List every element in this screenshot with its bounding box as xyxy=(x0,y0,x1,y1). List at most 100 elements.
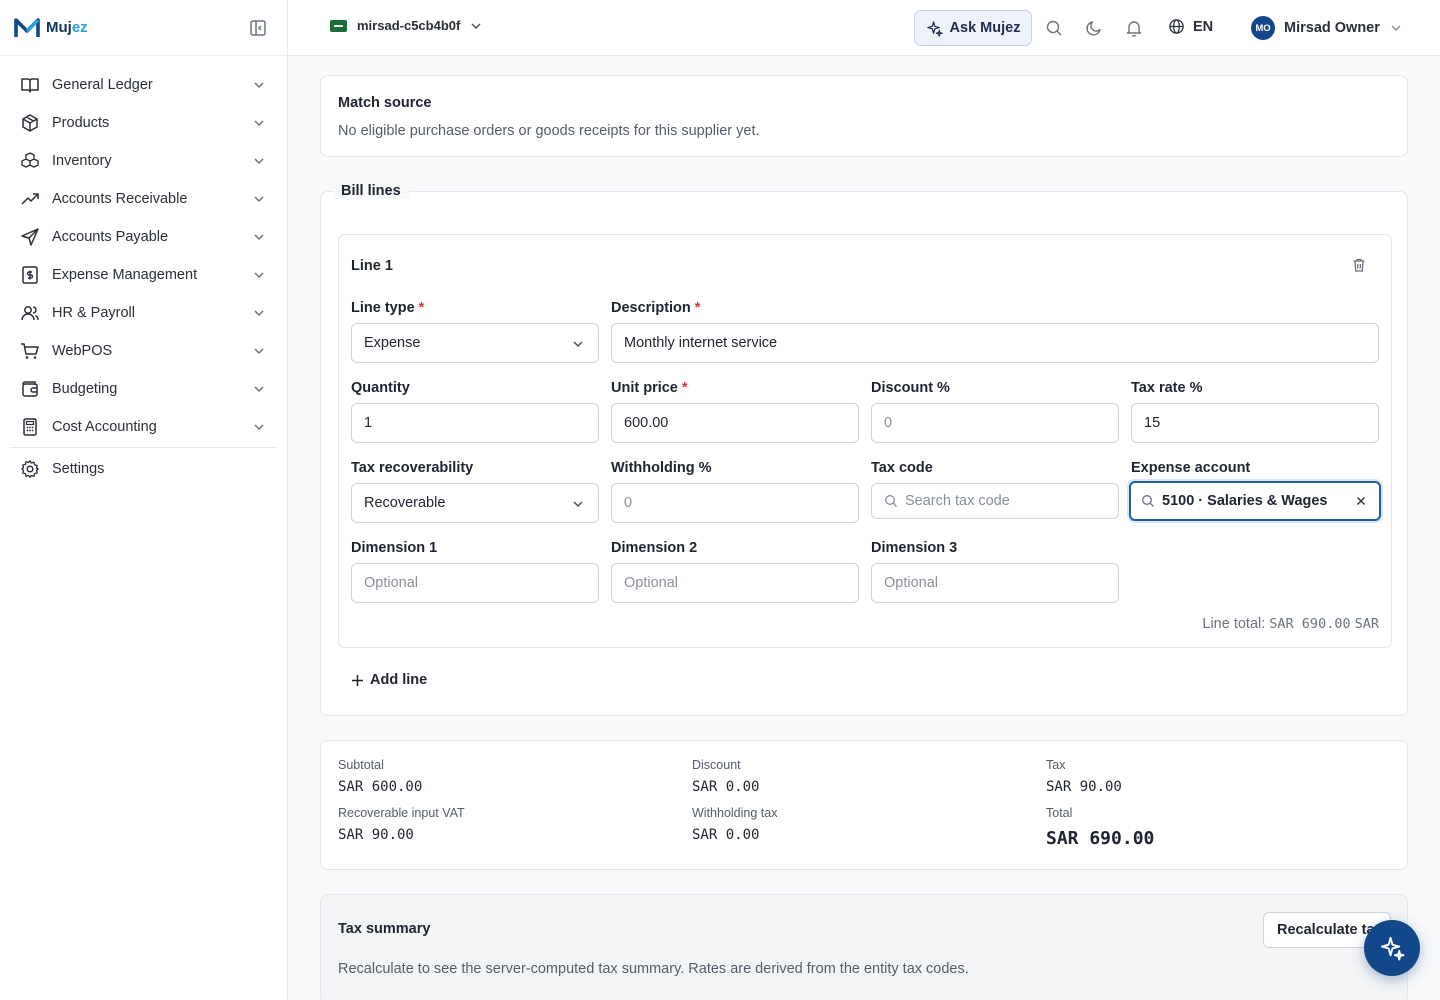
search-icon xyxy=(1142,495,1154,507)
sidebar-item-label: Accounts Receivable xyxy=(52,191,188,207)
saudi-flag-icon xyxy=(330,19,347,32)
organization-switcher[interactable]: mirsad-c5cb4b0f xyxy=(330,18,482,33)
recoverable-vat-label: Recoverable input VAT xyxy=(338,806,465,820)
ask-mujez-fab[interactable] xyxy=(1364,920,1420,976)
match-source-message: No eligible purchase orders or goods rec… xyxy=(338,123,760,139)
chevron-down-icon xyxy=(254,234,264,241)
withholding-label: Withholding % xyxy=(611,460,712,476)
quantity-label: Quantity xyxy=(351,380,410,396)
brand-name: Mujez xyxy=(46,19,88,36)
language-label: EN xyxy=(1193,18,1214,35)
moon-icon[interactable] xyxy=(1085,19,1103,37)
chevron-down-icon xyxy=(254,196,264,203)
sidebar: Mujez General Ledger Products Inventory … xyxy=(0,0,288,1000)
tax-rate-label: Tax rate % xyxy=(1131,380,1203,396)
sidebar-item-label: Settings xyxy=(52,461,105,477)
description-input[interactable]: Monthly internet service xyxy=(611,323,1379,363)
sidebar-item-webpos[interactable]: WebPOS xyxy=(0,332,287,370)
discount-total-value: SAR 0.00 xyxy=(692,779,760,795)
tax-code-label: Tax code xyxy=(871,460,933,476)
calculator-icon xyxy=(20,417,40,437)
chevron-down-icon xyxy=(471,22,481,29)
sidebar-item-label: Products xyxy=(52,115,110,131)
expense-account-label: Expense account xyxy=(1131,460,1251,476)
sidebar-item-cost-accounting[interactable]: Cost Accounting xyxy=(0,408,287,446)
mujez-logo-icon xyxy=(14,17,40,37)
sidebar-item-accounts-payable[interactable]: Accounts Payable xyxy=(0,218,287,256)
dimension-1-input[interactable]: Optional xyxy=(351,563,599,603)
bill-lines-legend: Bill lines xyxy=(333,183,409,199)
tax-summary-title: Tax summary xyxy=(338,921,431,937)
language-switcher[interactable]: EN xyxy=(1168,18,1213,35)
tax-rate-input[interactable]: 15 xyxy=(1131,403,1379,443)
tax-code-search[interactable]: Search tax code xyxy=(871,483,1119,519)
chevron-down-icon xyxy=(573,501,583,508)
close-icon[interactable] xyxy=(1355,495,1367,507)
quantity-input[interactable]: 1 xyxy=(351,403,599,443)
sidebar-item-accounts-receivable[interactable]: Accounts Receivable xyxy=(0,180,287,218)
shopping-cart-icon xyxy=(20,341,40,361)
sidebar-item-label: HR & Payroll xyxy=(52,305,135,321)
chevron-down-icon xyxy=(254,348,264,355)
tax-summary-card: Tax summary Recalculate tax Recalculate … xyxy=(320,894,1408,1000)
expense-account-combobox[interactable]: 5100 · Salaries & Wages xyxy=(1129,481,1381,521)
search-icon xyxy=(885,495,897,507)
recoverable-vat-value: SAR 90.00 xyxy=(338,827,414,843)
grand-total-value: SAR 690.00 xyxy=(1046,828,1155,849)
users-icon xyxy=(20,303,40,323)
ask-mujez-button[interactable]: Ask Mujez xyxy=(914,10,1032,46)
sidebar-item-label: Inventory xyxy=(52,153,112,169)
grand-total-label: Total xyxy=(1046,806,1073,820)
chevron-down-icon xyxy=(573,341,583,348)
receipt-dollar-icon xyxy=(20,265,40,285)
dimension-2-input[interactable]: Optional xyxy=(611,563,859,603)
chevron-down-icon xyxy=(254,386,264,393)
sidebar-item-budgeting[interactable]: Budgeting xyxy=(0,370,287,408)
sparkles-icon xyxy=(1380,936,1405,961)
bell-icon[interactable] xyxy=(1125,19,1143,37)
line-type-select[interactable]: Expense xyxy=(351,323,599,363)
user-menu[interactable]: MO Mirsad Owner xyxy=(1251,16,1402,40)
dimension-1-label: Dimension 1 xyxy=(351,540,438,556)
discount-input[interactable]: 0 xyxy=(871,403,1119,443)
add-line-button[interactable]: Add line xyxy=(351,672,427,688)
organization-name: mirsad-c5cb4b0f xyxy=(357,18,461,33)
withholding-tax-value: SAR 0.00 xyxy=(692,827,760,843)
withholding-input[interactable]: 0 xyxy=(611,483,859,523)
dimension-2-label: Dimension 2 xyxy=(611,540,698,556)
sidebar-item-hr-payroll[interactable]: HR & Payroll xyxy=(0,294,287,332)
sidebar-item-label: General Ledger xyxy=(52,77,153,93)
trending-up-icon xyxy=(20,189,40,209)
search-icon[interactable] xyxy=(1045,19,1063,37)
description-label: Description * xyxy=(611,300,701,316)
discount-total-label: Discount xyxy=(692,758,741,772)
gear-icon xyxy=(20,459,40,479)
sidebar-item-general-ledger[interactable]: General Ledger xyxy=(0,66,287,104)
match-source-title: Match source xyxy=(338,95,432,111)
line-total: Line total: SAR 690.00 SAR xyxy=(1202,616,1379,632)
chevron-down-icon xyxy=(254,424,264,431)
sidebar-item-label: Budgeting xyxy=(52,381,118,397)
trash-icon[interactable] xyxy=(1351,257,1367,273)
sidebar-item-products[interactable]: Products xyxy=(0,104,287,142)
unit-price-input[interactable]: 600.00 xyxy=(611,403,859,443)
sidebar-item-label: Accounts Payable xyxy=(52,229,169,245)
sidebar-item-inventory[interactable]: Inventory xyxy=(0,142,287,180)
sidebar-item-settings[interactable]: Settings xyxy=(0,450,287,488)
sidebar-item-label: WebPOS xyxy=(52,343,113,359)
line-title: Line 1 xyxy=(351,258,393,274)
subtotal-label: Subtotal xyxy=(338,758,384,772)
sidebar-item-label: Expense Management xyxy=(52,267,198,283)
sidebar-collapse-icon[interactable] xyxy=(249,19,267,37)
tax-recoverability-select[interactable]: Recoverable xyxy=(351,483,599,523)
chevron-down-icon xyxy=(254,158,264,165)
ask-mujez-label: Ask Mujez xyxy=(949,20,1021,36)
chevron-down-icon xyxy=(254,120,264,127)
dimension-3-input[interactable]: Optional xyxy=(871,563,1119,603)
tax-recoverability-label: Tax recoverability xyxy=(351,460,474,476)
chevron-down-icon xyxy=(1391,25,1401,32)
book-open-icon xyxy=(20,75,40,95)
withholding-tax-label: Withholding tax xyxy=(692,806,778,820)
package-icon xyxy=(20,113,40,133)
sidebar-item-expense-management[interactable]: Expense Management xyxy=(0,256,287,294)
